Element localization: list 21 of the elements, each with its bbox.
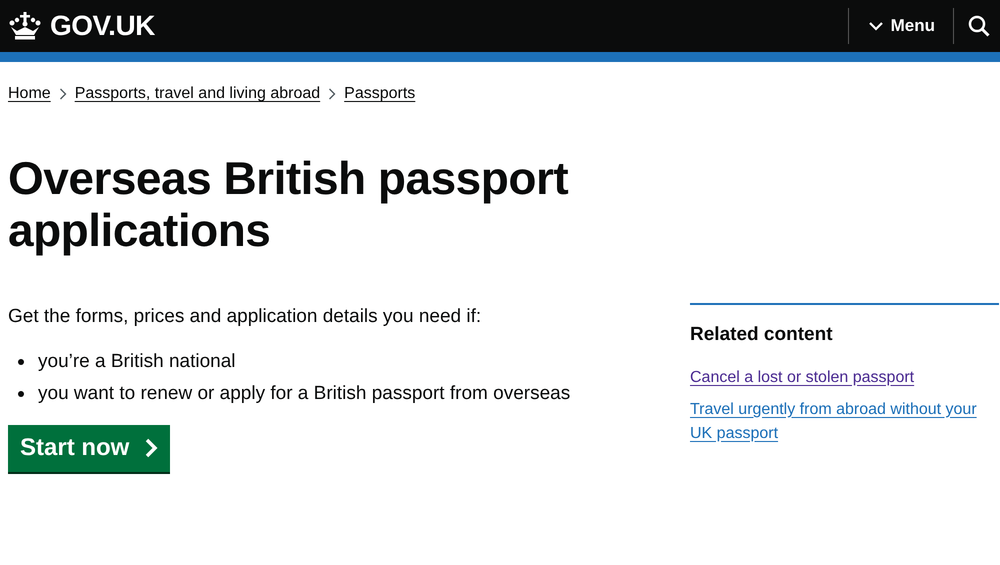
search-icon	[968, 14, 990, 37]
list-item: you’re a British national	[38, 350, 236, 374]
chevron-down-icon	[868, 22, 883, 30]
breadcrumb-link[interactable]: Passports, travel and living abroad	[74, 82, 320, 106]
chevron-right-icon	[145, 438, 158, 458]
bullet-icon	[18, 358, 24, 365]
related-link[interactable]: Cancel a lost or stolen passport	[690, 366, 999, 390]
menu-button[interactable]: Menu	[848, 8, 954, 44]
chevron-right-icon	[328, 88, 336, 100]
page-title: Overseas British passport applications	[8, 152, 570, 256]
intro-text: Get the forms, prices and application details you need if:	[8, 305, 482, 329]
breadcrumb-link[interactable]: Passports	[344, 82, 416, 106]
list-item: you want to renew or apply for a British passport from overseas	[38, 382, 570, 406]
crown-icon	[8, 11, 42, 41]
logo-text[interactable]: GOV.UK	[50, 12, 155, 40]
chevron-right-icon	[58, 88, 67, 100]
start-button[interactable]: Start now	[8, 424, 170, 472]
bullet-icon	[18, 391, 24, 398]
related-link[interactable]: Travel urgently from abroad without your UK passport	[690, 398, 999, 446]
breadcrumb-link[interactable]: Home	[8, 82, 51, 106]
related-heading: Related content	[690, 323, 834, 347]
